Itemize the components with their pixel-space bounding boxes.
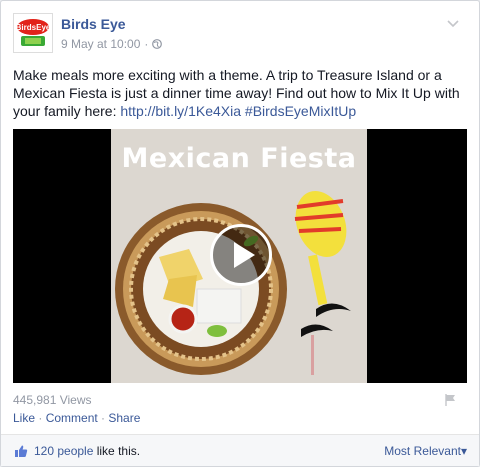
view-count: 445,981 Views bbox=[13, 393, 92, 407]
likes-bar: 120 people like this. Most Relevant▾ bbox=[1, 434, 479, 466]
hashtag-link[interactable]: #BirdsEyeMixItUp bbox=[245, 103, 356, 119]
post-message: Make meals more exciting with a theme. A… bbox=[13, 66, 469, 120]
action-separator: · bbox=[35, 411, 46, 425]
video-title: Mexican Fiesta bbox=[121, 143, 357, 174]
post-card: BirdsEye Birds Eye 9 May at 10:00 · Make… bbox=[0, 0, 480, 467]
comment-action[interactable]: Comment bbox=[46, 411, 98, 425]
meta-separator: · bbox=[144, 37, 149, 51]
birds-eye-logo: BirdsEye bbox=[14, 14, 52, 52]
sort-dropdown[interactable]: Most Relevant▾ bbox=[384, 444, 467, 458]
likes-count-link[interactable]: 120 people bbox=[34, 444, 93, 458]
likes-summary: 120 people like this. bbox=[34, 444, 140, 458]
post-link[interactable]: http://bit.ly/1Ke4Xia bbox=[120, 103, 241, 119]
post-header: BirdsEye Birds Eye 9 May at 10:00 · bbox=[13, 13, 469, 53]
like-action[interactable]: Like bbox=[13, 411, 35, 425]
play-button[interactable] bbox=[210, 224, 272, 286]
video-thumbnail[interactable]: Mexican Fiesta bbox=[111, 129, 367, 383]
play-icon bbox=[234, 242, 255, 268]
page-avatar[interactable]: BirdsEye bbox=[13, 13, 53, 53]
caret-down-icon: ▾ bbox=[460, 444, 467, 458]
sort-label: Most Relevant bbox=[384, 444, 461, 458]
video-player[interactable]: Mexican Fiesta bbox=[13, 129, 467, 383]
post-actions: Like · Comment · Share bbox=[13, 411, 140, 425]
flag-icon[interactable] bbox=[443, 393, 457, 407]
action-separator: · bbox=[97, 411, 109, 425]
thumbs-up-icon bbox=[15, 445, 28, 457]
chevron-down-icon[interactable] bbox=[445, 15, 461, 31]
page-name-link[interactable]: Birds Eye bbox=[61, 16, 126, 32]
logo-text: BirdsEye bbox=[16, 23, 51, 32]
likes-suffix: like this. bbox=[93, 444, 141, 458]
post-timestamp[interactable]: 9 May at 10:00 bbox=[61, 37, 140, 51]
share-action[interactable]: Share bbox=[108, 411, 140, 425]
globe-icon bbox=[152, 39, 163, 49]
post-meta: 9 May at 10:00 · bbox=[61, 37, 163, 51]
